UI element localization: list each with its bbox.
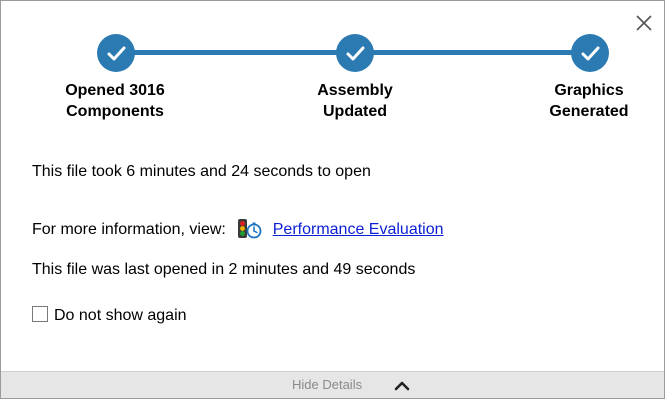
progress-stepper: Opened 3016 Components Assembly Updated … (1, 1, 664, 141)
checkmark-icon (107, 46, 126, 61)
checkmark-icon (346, 46, 365, 61)
open-time-text: This file took 6 minutes and 24 seconds … (32, 163, 371, 180)
last-opened-text: This file was last opened in 2 minutes a… (32, 261, 416, 278)
step-3-label-line1: Graphics (554, 82, 624, 99)
performance-evaluation-icon[interactable] (236, 216, 264, 240)
chevron-up-icon (394, 381, 410, 391)
more-info-line: For more information, view: Performance … (32, 218, 444, 242)
hide-details-label: Hide Details (292, 377, 363, 392)
step-connector-1 (133, 50, 355, 55)
checkmark-icon (581, 46, 600, 61)
more-info-prefix: For more information, view: (32, 221, 226, 239)
step-2-circle (336, 34, 374, 72)
do-not-show-again-row[interactable]: Do not show again (32, 305, 187, 326)
step-3-circle (571, 34, 609, 72)
step-1-label-line2: Components (66, 103, 164, 120)
do-not-show-again-checkbox[interactable] (32, 305, 48, 322)
step-3-label: Graphics Generated (509, 80, 664, 122)
step-2-label: Assembly Updated (275, 80, 435, 122)
step-connector-2 (373, 50, 573, 55)
step-2-label-line1: Assembly (317, 82, 393, 99)
performance-dialog: Opened 3016 Components Assembly Updated … (0, 0, 665, 399)
step-3-label-line2: Generated (549, 103, 629, 120)
step-1-circle (97, 34, 135, 72)
step-1-label: Opened 3016 Components (35, 80, 195, 122)
do-not-show-again-label: Do not show again (54, 307, 187, 324)
hide-details-bar[interactable]: Hide Details (1, 371, 664, 398)
step-1-label-line1: Opened 3016 (65, 82, 165, 99)
performance-evaluation-link[interactable]: Performance Evaluation (273, 221, 444, 238)
step-2-label-line2: Updated (323, 103, 387, 120)
